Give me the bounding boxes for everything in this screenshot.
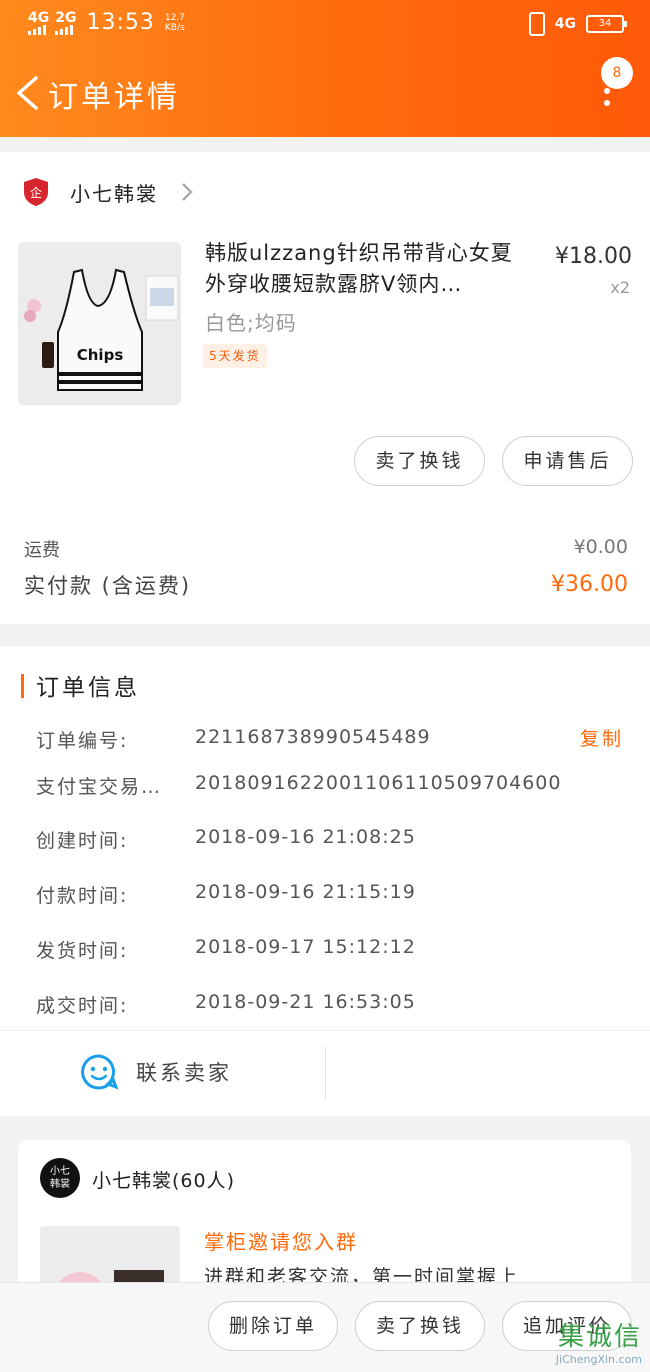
svg-text:企: 企: [30, 185, 42, 200]
alipay-trade-label: 支付宝交易…: [36, 776, 163, 798]
chat-smile-icon: [81, 1054, 118, 1090]
order-info-card: 订单信息 订单编号: 221168738990545489 复制 支付宝交易… …: [0, 646, 650, 1030]
bottom-action-bar: 删除订单 卖了换钱 追加评价: [0, 1282, 650, 1372]
section-accent-bar: [21, 674, 24, 698]
copy-order-number-button[interactable]: 复制: [580, 724, 624, 751]
status-right: 4G 34: [528, 12, 627, 36]
alipay-trade-value: 2018091622001106110509704600: [195, 772, 562, 794]
net-speed-unit: KB/s: [164, 22, 185, 33]
back-arrow-icon[interactable]: [14, 76, 40, 110]
product-image: Chips: [18, 242, 181, 405]
battery-level: 34: [598, 18, 612, 29]
signal-bars-icon: [28, 24, 46, 35]
invite-title: 掌柜邀请您入群: [204, 1230, 358, 1254]
delete-order-button[interactable]: 删除订单: [208, 1301, 338, 1351]
completed-time-value: 2018-09-21 16:53:05: [195, 991, 416, 1013]
net-speed-value: 12.7: [164, 12, 185, 23]
status-time: 13:53: [86, 10, 155, 35]
product-thumbnail[interactable]: Chips: [18, 242, 181, 405]
created-time-label: 创建时间:: [36, 830, 129, 852]
watermark-main: 集诚信: [557, 1322, 642, 1352]
signal-2: 2G: [55, 11, 76, 35]
sell-exchange-bottom-button[interactable]: 卖了换钱: [355, 1301, 485, 1351]
status-left: 4G 2G 13:53 12.7 KB/s: [28, 10, 185, 35]
total-paid-label: 实付款 (含运费): [24, 574, 192, 598]
order-item-card: 企 小七韩裳 Chips 韩版ulzzang针织吊带背心女夏外穿收腰短款露脐V领…: [0, 152, 650, 624]
battery-icon: 34: [586, 15, 627, 33]
network-1-label: 4G: [28, 9, 50, 26]
paid-time-label: 付款时间:: [36, 885, 129, 907]
shipping-badge: 5天发货: [203, 344, 267, 368]
shipping-fee-value: ¥0.00: [573, 536, 628, 558]
notification-badge[interactable]: 8: [601, 57, 633, 89]
shop-row[interactable]: 企 小七韩裳: [22, 176, 194, 208]
group-avatar-line1: 小七: [50, 1166, 70, 1177]
network-3-label: 4G: [554, 16, 576, 32]
shipped-time-label: 发货时间:: [36, 940, 129, 962]
order-number-label: 订单编号:: [36, 730, 129, 752]
shipping-fee-label: 运费: [24, 540, 60, 561]
paid-time-value: 2018-09-16 21:15:19: [195, 881, 416, 903]
shop-name: 小七韩裳: [70, 181, 158, 206]
product-spec: 白色;均码: [205, 311, 297, 335]
contact-seller-label: 联系卖家: [136, 1061, 232, 1085]
shop-shield-icon: 企: [24, 178, 48, 206]
product-quantity: x2: [610, 278, 630, 297]
order-number-value: 221168738990545489: [195, 726, 431, 748]
status-bar: 4G 2G 13:53 12.7 KB/s 4G 34: [0, 0, 650, 50]
group-avatar-line2: 韩裳: [50, 1179, 70, 1190]
contact-bar: 联系卖家: [0, 1031, 650, 1116]
contact-seller-button[interactable]: 联系卖家: [80, 1053, 232, 1091]
watermark-sub: JiChengXin.com: [555, 1353, 642, 1366]
group-avatar: 小七 韩裳: [40, 1158, 80, 1198]
chevron-right-icon: [182, 183, 193, 201]
divider: [325, 1047, 326, 1099]
completed-time-label: 成交时间:: [36, 995, 129, 1017]
total-paid-value: ¥36.00: [551, 572, 628, 597]
product-price: ¥18.00: [555, 244, 632, 269]
vibrate-icon: [528, 12, 545, 36]
product-print-text: Chips: [77, 346, 124, 364]
order-info-title: 订单信息: [36, 675, 140, 701]
top-header: 4G 2G 13:53 12.7 KB/s 4G 34 订单详情 8: [0, 0, 650, 137]
group-name: 小七韩裳(60人): [92, 1170, 236, 1192]
product-title[interactable]: 韩版ulzzang针织吊带背心女夏外穿收腰短款露脐V领内…: [205, 238, 525, 300]
net-speed: 12.7 KB/s: [165, 13, 185, 33]
page-title: 订单详情: [48, 80, 180, 115]
after-sales-button[interactable]: 申请售后: [502, 436, 633, 486]
shipped-time-value: 2018-09-17 15:12:12: [195, 936, 416, 958]
watermark-logo: 集诚信 JiChengXin.com: [556, 1316, 642, 1366]
sell-exchange-button[interactable]: 卖了换钱: [354, 436, 485, 486]
network-2-label: 2G: [55, 9, 77, 26]
signal-1: 4G: [28, 11, 49, 35]
created-time-value: 2018-09-16 21:08:25: [195, 826, 416, 848]
more-menu-icon[interactable]: [604, 88, 610, 112]
signal-bars-icon: [55, 24, 74, 35]
